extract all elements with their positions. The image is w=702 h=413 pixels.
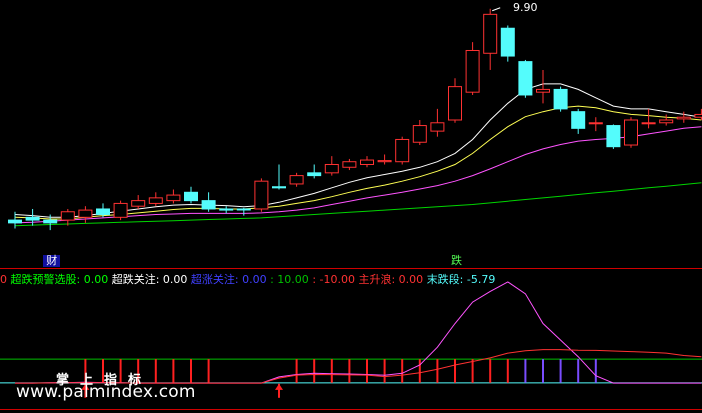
legend-item-main-wave: 主升浪: 0.00 [358,273,424,286]
stock-chart-window: 9.90 财 跌 0 超跌预警选股: 0.00 超跌关注: 0.00 超涨关注:… [0,0,702,413]
candle-body [289,175,304,185]
candle-body [553,88,568,110]
chart-canvas[interactable] [0,0,702,413]
candlestick [606,124,621,149]
legend-item-overbought-watch: 超涨关注: 0.00 [190,273,267,286]
candle-body [588,122,603,125]
candle-body [96,208,110,216]
candle-body [272,186,286,189]
legend-item-upper-level: : 10.00 [270,273,309,286]
candlestick [624,117,638,148]
candle-body [500,27,515,57]
candle-body [131,200,146,207]
candle-body [606,125,621,148]
candle-body [360,159,374,165]
candle-body [324,163,339,174]
chart-background [0,0,702,413]
candle-body [236,208,251,211]
candlestick [254,178,269,212]
candle-body [43,219,58,224]
candle-body [641,122,656,125]
candle-body [659,119,674,124]
candle-body [377,160,392,163]
legend-item-prefix: 0 [0,273,7,286]
candle-body [430,122,445,132]
site-watermark: www.palmindex.com [16,382,196,402]
candle-body [412,125,427,143]
candlestick [395,136,410,165]
candle-body [113,202,128,218]
candle-body [307,172,322,177]
candle-body [201,200,216,210]
candlestick [518,59,533,98]
candle-body [148,197,163,204]
drop-signal-marker: 跌 [451,254,462,267]
candle-body [448,86,462,121]
candle-body [78,209,93,218]
candle-body [518,61,533,96]
candle-body [395,138,410,163]
candle-body [465,49,480,93]
candlestick [113,200,128,221]
candle-body [25,216,40,221]
candle-body [624,119,638,146]
legend-item-final-drop: 末跌段: -5.79 [426,273,496,286]
candle-body [60,211,75,221]
candle-body [219,208,234,211]
buy-signal-marker: 财 [43,255,61,267]
candle-body [483,13,498,54]
candle-body [536,88,550,93]
indicator-legend: 0 超跌预警选股: 0.00 超跌关注: 0.00 超涨关注: 0.00 : 1… [0,273,495,287]
candle-body [571,111,586,129]
candlestick [465,42,480,95]
candle-body [184,191,198,202]
legend-item-oversold-watch: 超跌关注: 0.00 [111,273,188,286]
candle-body [254,180,269,210]
candle-body [342,161,357,168]
candlestick [500,25,515,62]
candle-body [676,116,691,120]
candlestick [553,86,568,112]
candle-body [8,219,22,224]
legend-item-oversold-alert: 超跌预警选股: 0.00 [10,273,109,286]
legend-item-lower-level: : -10.00 [312,273,355,286]
candle-body [694,113,702,118]
high-price-label: 9.90 [513,1,538,14]
candle-body [166,194,181,202]
